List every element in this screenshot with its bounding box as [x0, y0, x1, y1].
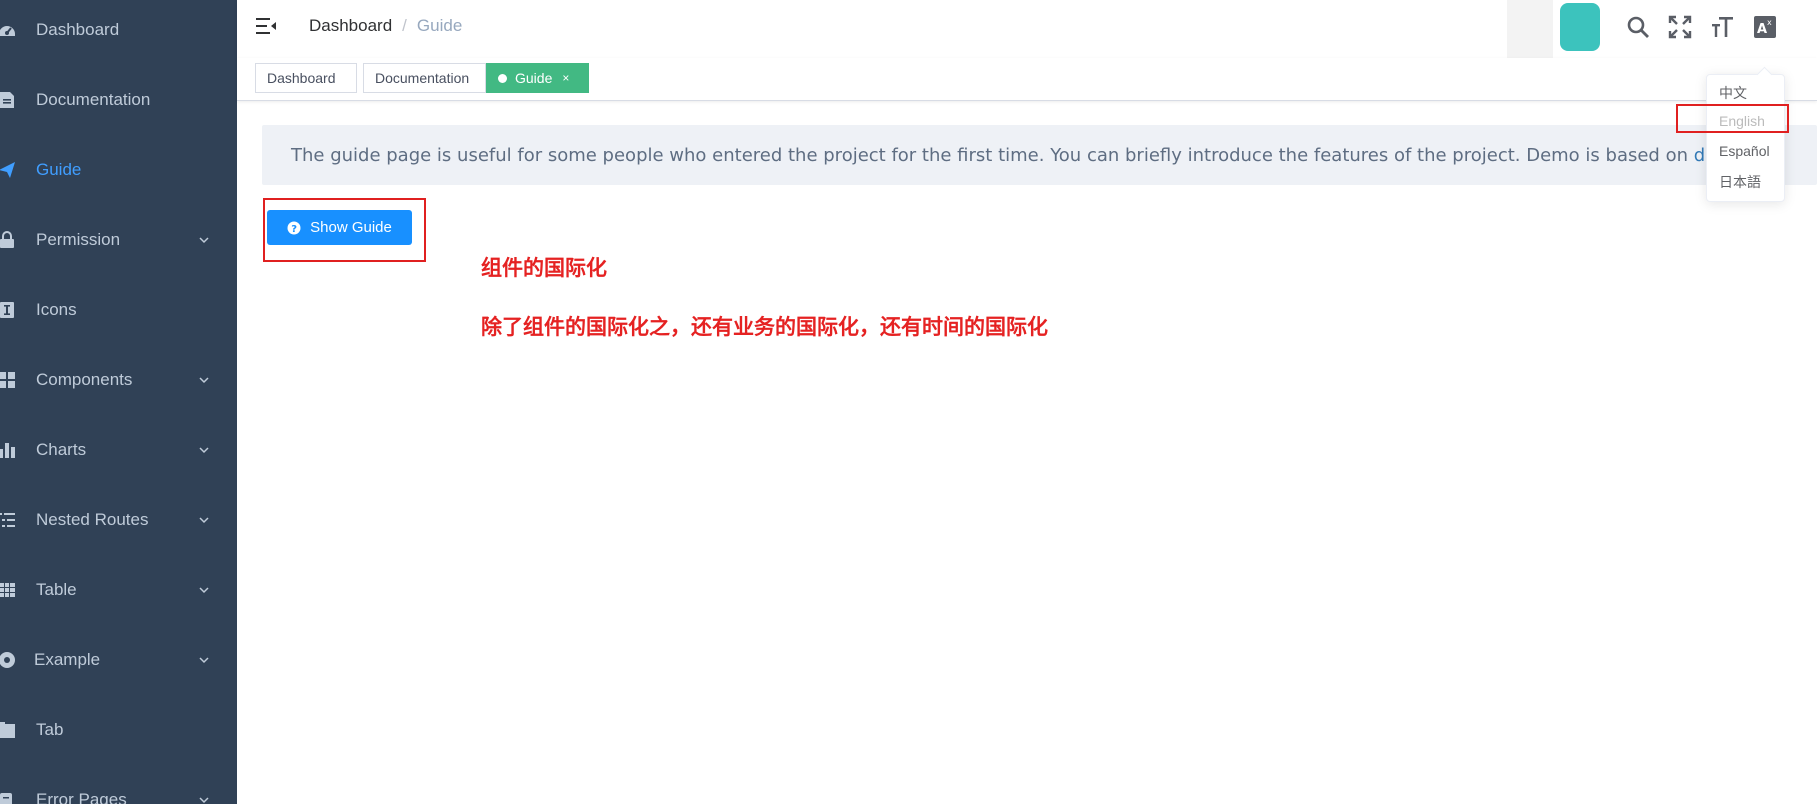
table-icon — [0, 580, 17, 600]
chevron-down-icon — [199, 237, 209, 244]
sidebar-item-example[interactable]: Example — [0, 625, 237, 695]
annotation-line-2: 除了组件的国际化之，还有业务的国际化，还有时间的国际化 — [481, 315, 1048, 339]
sidebar-item-permission[interactable]: Permission — [0, 205, 237, 275]
guide-info-text: The guide page is useful for some people… — [291, 145, 1739, 166]
sidebar: Dashboard Documentation Guide Permission… — [0, 0, 237, 804]
active-dot-icon — [498, 73, 507, 83]
language-option-ja[interactable]: 日本語 — [1719, 172, 1761, 192]
guide-info-box: The guide page is useful for some people… — [262, 125, 1817, 185]
hamburger-icon[interactable] — [255, 15, 277, 37]
sidebar-item-dashboard[interactable]: Dashboard — [0, 0, 237, 65]
fullscreen-icon[interactable] — [1666, 13, 1694, 41]
sidebar-item-documentation[interactable]: Documentation — [0, 65, 237, 135]
chevron-down-icon — [199, 797, 209, 804]
sidebar-item-tab[interactable]: Tab — [0, 695, 237, 765]
sidebar-item-components[interactable]: Components — [0, 345, 237, 415]
sidebar-item-label: Error Pages — [36, 790, 127, 804]
component-icon — [0, 370, 17, 390]
example-icon — [0, 650, 17, 670]
sidebar-item-label: Guide — [36, 160, 82, 179]
sidebar-item-charts[interactable]: Charts — [0, 415, 237, 485]
breadcrumb: Dashboard / Guide — [309, 16, 462, 36]
lock-icon — [0, 230, 17, 250]
sidebar-item-label: Nested Routes — [36, 510, 149, 529]
annotation-box-english — [1676, 104, 1789, 133]
documentation-icon — [0, 90, 17, 110]
nested-icon — [0, 510, 17, 530]
info-text-body: The guide page is useful for some people… — [291, 145, 1694, 166]
chart-icon — [0, 440, 17, 460]
chevron-down-icon — [199, 517, 209, 524]
language-option-es[interactable]: Español — [1719, 143, 1770, 159]
svg-text:x: x — [1767, 18, 1772, 27]
tags-view: Dashboard Documentation Guide × — [237, 58, 1817, 101]
chevron-down-icon — [199, 657, 209, 664]
breadcrumb-home[interactable]: Dashboard — [309, 16, 392, 35]
sidebar-item-guide[interactable]: Guide — [0, 135, 237, 205]
language-icon[interactable]: Ax — [1751, 13, 1779, 41]
sidebar-item-label: Documentation — [36, 90, 151, 109]
dashboard-icon — [0, 20, 17, 40]
sidebar-item-icons[interactable]: Icons — [0, 275, 237, 345]
tab-icon — [0, 720, 17, 740]
tag-label: Documentation — [375, 70, 470, 86]
sidebar-item-table[interactable]: Table — [0, 555, 237, 625]
chevron-down-icon — [199, 587, 209, 594]
sidebar-item-label: Icons — [36, 300, 77, 319]
chevron-down-icon — [199, 447, 209, 454]
sidebar-item-label: Dashboard — [36, 20, 120, 39]
tag-label: Dashboard — [267, 70, 336, 86]
icon-icon — [0, 300, 17, 320]
annotation-line-1: 组件的国际化 — [481, 256, 607, 280]
chevron-down-icon — [199, 377, 209, 384]
tag-documentation[interactable]: Documentation — [363, 63, 486, 93]
sidebar-item-label: Permission — [36, 230, 121, 249]
sidebar-item-nested-routes[interactable]: Nested Routes — [0, 485, 237, 555]
avatar[interactable] — [1560, 3, 1600, 51]
sidebar-item-label: Components — [36, 370, 133, 389]
tag-guide[interactable]: Guide × — [486, 63, 589, 93]
search-icon[interactable] — [1624, 13, 1652, 41]
svg-text:A: A — [1757, 22, 1767, 37]
sidebar-item-label: Tab — [36, 720, 64, 739]
sidebar-item-label: Table — [36, 580, 77, 599]
guide-icon — [0, 160, 17, 180]
breadcrumb-separator: / — [402, 16, 407, 35]
language-button-bg — [1507, 0, 1553, 58]
language-option-zh[interactable]: 中文 — [1719, 83, 1747, 103]
size-icon[interactable] — [1708, 13, 1736, 41]
sidebar-item-label: Charts — [36, 440, 87, 459]
tag-dashboard[interactable]: Dashboard — [255, 63, 357, 93]
sidebar-item-error-pages[interactable]: Error Pages — [0, 765, 237, 804]
sidebar-item-label: Example — [34, 650, 101, 669]
tag-label: Guide — [515, 70, 553, 86]
breadcrumb-current: Guide — [416, 16, 463, 35]
bug-icon — [0, 790, 17, 804]
close-icon[interactable]: × — [562, 71, 569, 85]
language-dropdown: 中文 English Español 日本語 — [1706, 66, 1785, 202]
annotation-box-show-guide — [263, 198, 426, 262]
